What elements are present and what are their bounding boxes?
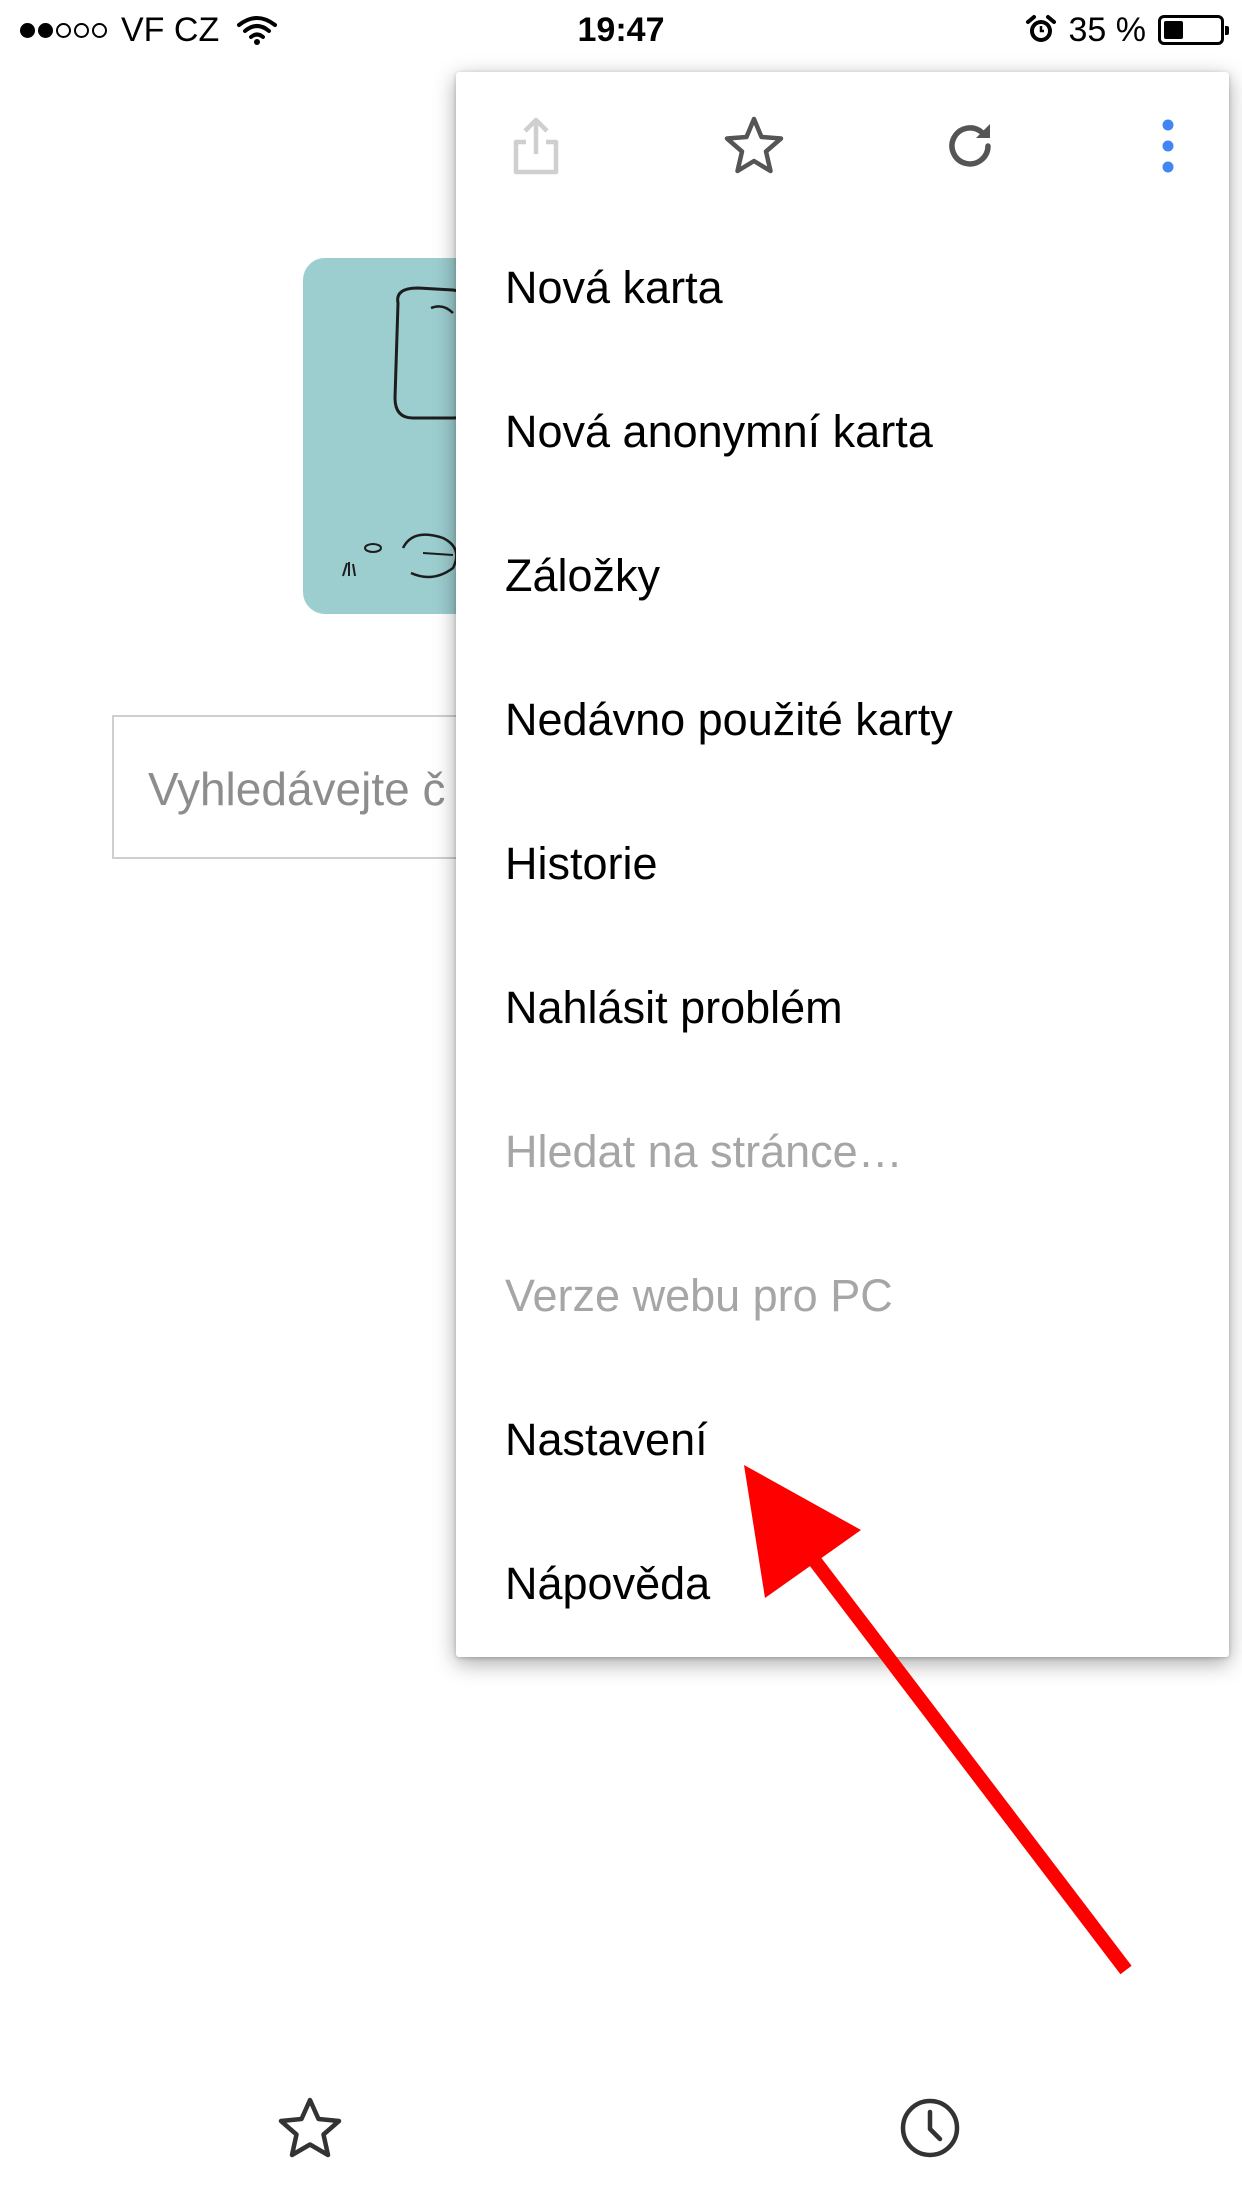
menu-item-new-incognito-tab[interactable]: Nová anonymní karta: [505, 360, 933, 504]
menu-item-report-issue[interactable]: Nahlásit problém: [505, 936, 843, 1080]
battery-tip: [1225, 26, 1229, 35]
status-right: 35 %: [1025, 10, 1229, 50]
battery-icon: [1158, 15, 1229, 45]
battery-percent: 35 %: [1068, 11, 1147, 49]
star-icon: [724, 116, 784, 174]
menu-toolbar: [456, 72, 1229, 216]
reload-icon: [949, 124, 991, 167]
menu-item-bookmarks[interactable]: Záložky: [505, 504, 660, 648]
reload-button[interactable]: [930, 106, 1010, 186]
bookmarks-star-icon[interactable]: [270, 2088, 350, 2168]
share-icon: [513, 117, 559, 175]
menu-item-find-in-page[interactable]: Hledat na stránce…: [505, 1080, 903, 1224]
status-bar: VF CZ 19:47 35 %: [0, 0, 1242, 62]
menu-item-settings[interactable]: Nastavení: [505, 1368, 708, 1512]
menu-item-history[interactable]: Historie: [505, 792, 658, 936]
history-clock-icon[interactable]: [890, 2088, 970, 2168]
more-vertical-icon: [1162, 119, 1174, 173]
bottom-toolbar: [0, 2058, 1242, 2208]
bookmark-button[interactable]: [714, 106, 794, 186]
menu-item-new-tab[interactable]: Nová karta: [505, 216, 723, 360]
menu-item-desktop-site[interactable]: Verze webu pro PC: [505, 1224, 893, 1368]
overflow-menu: Nová karta Nová anonymní karta Záložky N…: [456, 72, 1229, 1657]
battery-fill: [1164, 21, 1183, 39]
share-button[interactable]: [496, 106, 576, 186]
menu-item-recent-tabs[interactable]: Nedávno použité karty: [505, 648, 953, 792]
more-button[interactable]: [1128, 106, 1208, 186]
menu-item-help[interactable]: Nápověda: [505, 1512, 710, 1656]
search-placeholder: Vyhledávejte č: [148, 763, 446, 815]
alarm-icon: [1025, 15, 1056, 42]
